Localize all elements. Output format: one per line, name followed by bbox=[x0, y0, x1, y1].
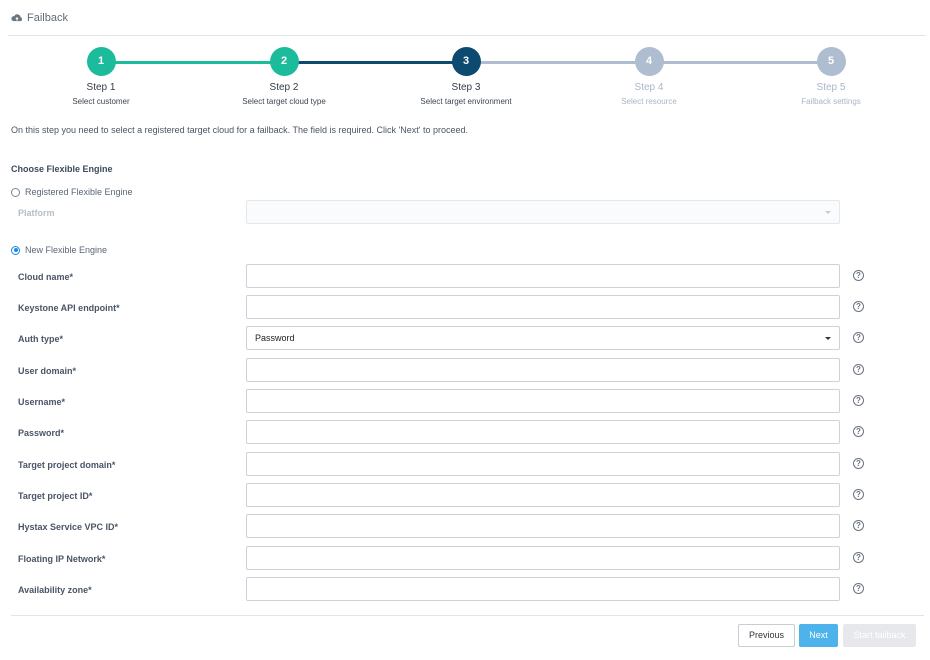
question-circle-icon[interactable]: ? bbox=[853, 301, 864, 312]
user-domain-input[interactable] bbox=[246, 358, 840, 382]
page-title: Failback bbox=[27, 12, 68, 24]
floating-ip-network-input[interactable] bbox=[246, 546, 840, 570]
hystax-service-vpc-id-label: Hystax Service VPC ID* bbox=[18, 522, 119, 532]
step-subtitle: Select resource bbox=[621, 97, 677, 106]
step-subtitle: Select target environment bbox=[420, 97, 512, 106]
start-failback-button[interactable]: Start failback bbox=[843, 624, 916, 647]
cloud-name-input[interactable] bbox=[246, 264, 840, 288]
new-option[interactable]: New Flexible Engine bbox=[11, 245, 107, 255]
intro-text: On this step you need to select a regist… bbox=[11, 125, 469, 135]
password-input[interactable] bbox=[246, 420, 840, 444]
step-number-badge: 2 bbox=[269, 47, 299, 76]
step-subtitle: Select customer bbox=[72, 97, 130, 106]
auth-type-label: Auth type* bbox=[18, 334, 63, 344]
question-circle-icon[interactable]: ? bbox=[853, 520, 864, 531]
question-circle-icon[interactable]: ? bbox=[853, 270, 864, 281]
target-project-domain-label: Target project domain* bbox=[18, 460, 116, 470]
availability-zone-input[interactable] bbox=[246, 577, 840, 601]
step-wizard: 1 Step 1 Select customer 2 Step 2 Select targ… bbox=[0, 47, 930, 109]
target-project-domain-input[interactable] bbox=[246, 452, 840, 476]
previous-button[interactable]: Previous bbox=[738, 624, 795, 647]
question-circle-icon[interactable]: ? bbox=[853, 458, 864, 469]
footer-divider bbox=[11, 615, 924, 616]
step-subtitle: Select target cloud type bbox=[242, 97, 326, 106]
step-number-badge: 3 bbox=[451, 47, 481, 76]
registered-option[interactable]: Registered Flexible Engine bbox=[11, 187, 133, 197]
keystone-api-endpoint-input[interactable] bbox=[246, 295, 840, 319]
hystax-service-vpc-id-input[interactable] bbox=[246, 514, 840, 538]
target-project-id-label: Target project ID* bbox=[18, 491, 93, 501]
platform-select bbox=[246, 200, 840, 224]
username-input[interactable] bbox=[246, 389, 840, 413]
step-number-badge: 1 bbox=[86, 47, 116, 76]
platform-label: Platform bbox=[18, 208, 55, 218]
question-circle-icon[interactable]: ? bbox=[853, 552, 864, 563]
wizard-step-5: 5 Step 5 Failback settings bbox=[741, 47, 921, 106]
registered-label: Registered Flexible Engine bbox=[25, 187, 133, 197]
auth-type-select[interactable]: Password bbox=[246, 326, 840, 350]
step-title: Step 5 bbox=[816, 82, 846, 93]
password-label: Password* bbox=[18, 428, 65, 438]
page-header: Failback bbox=[11, 11, 68, 25]
section-title: Choose Flexible Engine bbox=[11, 164, 113, 174]
keystone-api-endpoint-label: Keystone API endpoint* bbox=[18, 303, 120, 313]
step-number-badge: 5 bbox=[816, 47, 846, 76]
wizard-step-2: 2 Step 2 Select target cloud type bbox=[194, 47, 374, 106]
step-number-badge: 4 bbox=[634, 47, 664, 76]
next-button[interactable]: Next bbox=[799, 624, 838, 647]
question-circle-icon[interactable]: ? bbox=[853, 583, 864, 594]
step-title: Step 1 bbox=[86, 82, 116, 93]
cloud-name-label: Cloud name* bbox=[18, 272, 74, 282]
step-title: Step 4 bbox=[634, 82, 664, 93]
username-label: Username* bbox=[18, 397, 66, 407]
step-title: Step 2 bbox=[269, 82, 299, 93]
wizard-step-1: 1 Step 1 Select customer bbox=[11, 47, 191, 106]
availability-zone-label: Availability zone* bbox=[18, 585, 92, 595]
step-title: Step 3 bbox=[451, 82, 481, 93]
floating-ip-network-label: Floating IP Network* bbox=[18, 554, 106, 564]
auth-type-value: Password bbox=[255, 333, 295, 343]
header-divider bbox=[8, 35, 926, 36]
chevron-down-icon bbox=[825, 211, 831, 214]
question-circle-icon[interactable]: ? bbox=[853, 332, 864, 343]
question-circle-icon[interactable]: ? bbox=[853, 364, 864, 375]
question-circle-icon[interactable]: ? bbox=[853, 395, 864, 406]
user-domain-label: User domain* bbox=[18, 366, 77, 376]
wizard-step-4: 4 Step 4 Select resource bbox=[559, 47, 739, 106]
new-label: New Flexible Engine bbox=[25, 245, 108, 255]
cloud-upload-icon bbox=[11, 14, 23, 22]
wizard-step-3: 3 Step 3 Select target environment bbox=[376, 47, 556, 106]
target-project-id-input[interactable] bbox=[246, 483, 840, 507]
question-circle-icon[interactable]: ? bbox=[853, 426, 864, 437]
step-subtitle: Failback settings bbox=[801, 97, 861, 106]
registered-radio[interactable] bbox=[11, 187, 20, 197]
new-radio[interactable] bbox=[11, 245, 20, 255]
question-circle-icon[interactable]: ? bbox=[853, 489, 864, 500]
chevron-down-icon bbox=[825, 337, 831, 340]
